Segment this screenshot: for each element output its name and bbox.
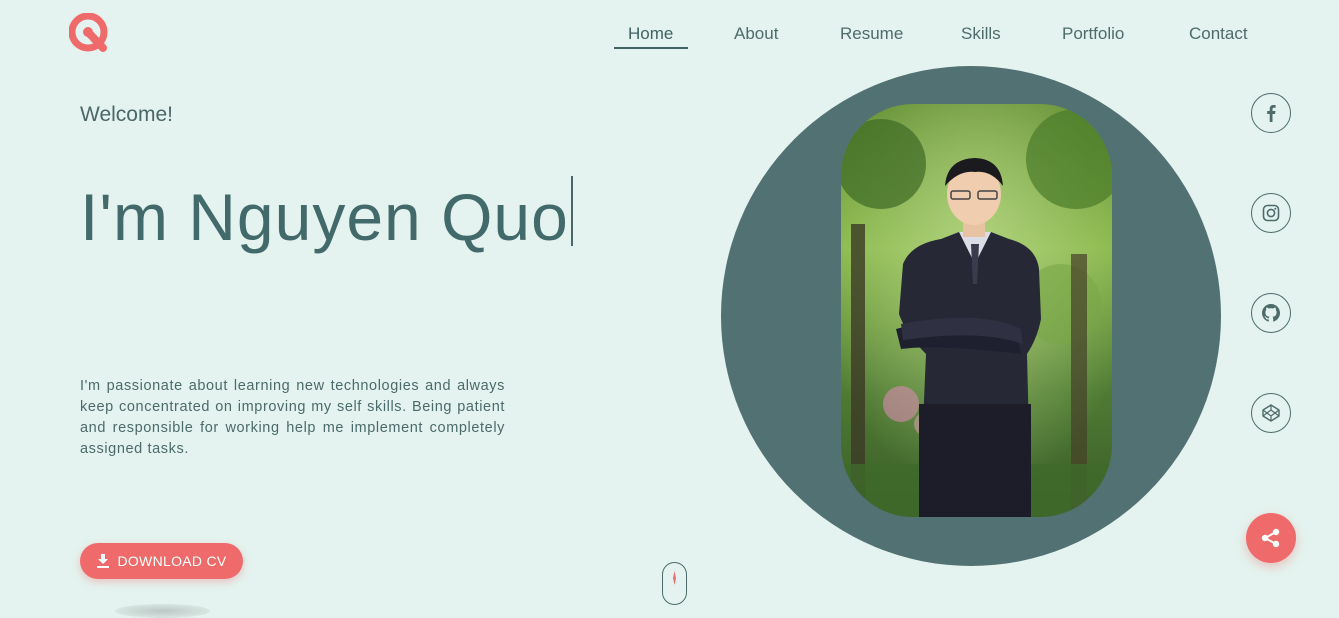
share-icon	[1261, 528, 1280, 548]
codepen-button[interactable]	[1251, 393, 1291, 433]
nav-active-underline	[614, 47, 688, 49]
nav-home[interactable]: Home	[628, 22, 673, 46]
typing-caret	[570, 176, 573, 246]
instagram-link[interactable]	[1251, 193, 1291, 233]
scroll-wheel	[673, 571, 676, 585]
download-cv-button[interactable]: DOWNLOAD CV	[80, 543, 243, 579]
welcome-text: Welcome!	[80, 103, 173, 126]
nav-contact[interactable]: Contact	[1189, 22, 1248, 46]
download-cv-label: DOWNLOAD CV	[117, 553, 227, 569]
q-logo-icon	[68, 12, 108, 52]
nav-resume[interactable]: Resume	[840, 22, 903, 46]
decorative-shadow	[115, 604, 210, 618]
instagram-button[interactable]	[1251, 193, 1291, 233]
hero-headline: I'm Nguyen Quo	[80, 176, 573, 257]
nav-about[interactable]: About	[734, 22, 778, 46]
nav-portfolio[interactable]: Portfolio	[1062, 22, 1124, 46]
share-button[interactable]	[1246, 513, 1296, 563]
logo[interactable]	[68, 12, 111, 53]
profile-photo-illustration	[841, 104, 1112, 517]
download-icon	[97, 554, 110, 568]
mouse-scroll-icon[interactable]	[662, 562, 687, 605]
github-link[interactable]	[1251, 293, 1291, 333]
facebook-button[interactable]	[1251, 93, 1291, 133]
codepen-icon	[1262, 404, 1280, 422]
hero-bio: I'm passionate about learning new techno…	[80, 377, 505, 457]
nav-skills[interactable]: Skills	[961, 22, 1001, 46]
instagram-icon	[1262, 204, 1280, 222]
codepen-link[interactable]	[1251, 393, 1291, 433]
facebook-icon	[1267, 105, 1276, 122]
profile-photo	[841, 104, 1112, 517]
github-button[interactable]	[1251, 293, 1291, 333]
github-icon	[1262, 304, 1280, 322]
headline-text: I'm Nguyen Quo	[80, 180, 569, 254]
facebook-link[interactable]	[1251, 93, 1291, 133]
